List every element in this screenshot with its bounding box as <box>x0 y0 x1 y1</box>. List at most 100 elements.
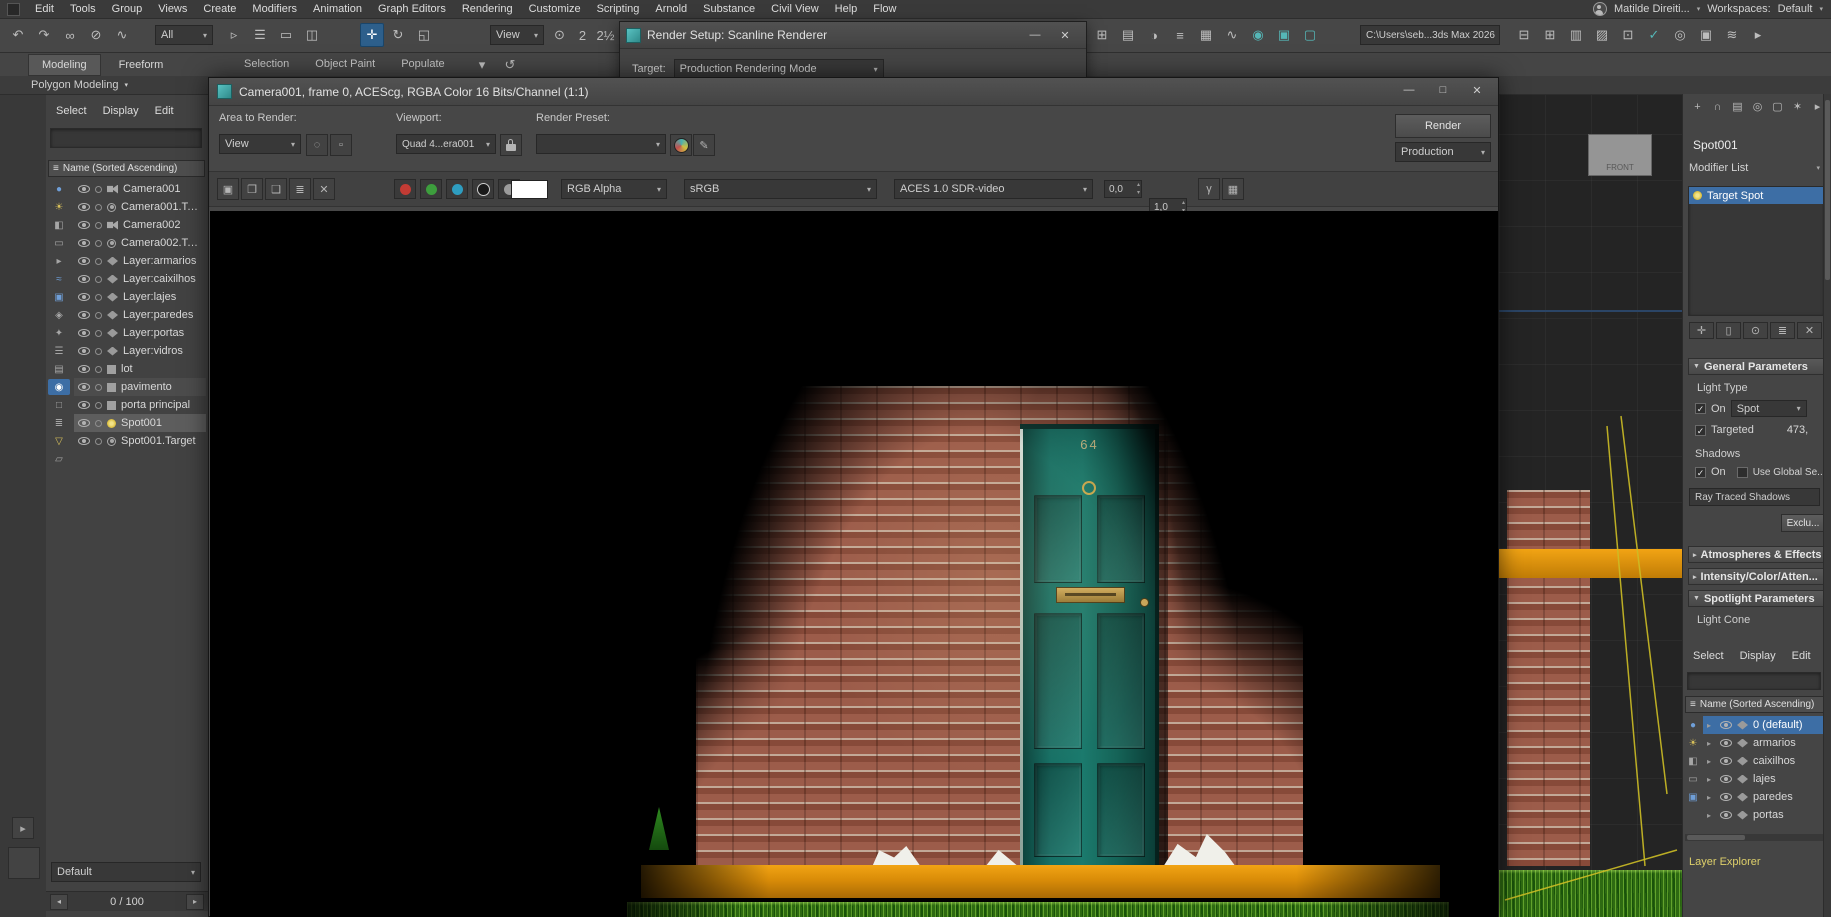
layer-name-header[interactable]: ≡ Name (Sorted Ascending) <box>1685 696 1824 713</box>
exposure-spinner[interactable]: 0,0 ▴ ▾ <box>1104 180 1142 198</box>
toolbar-overflow-icon[interactable]: ▸ <box>1746 23 1770 47</box>
menu-item[interactable]: Scripting <box>589 1 648 18</box>
container-merge-icon[interactable]: ⊡ <box>1616 23 1640 47</box>
menu-item[interactable]: Rendering <box>454 1 521 18</box>
scene-tree-row[interactable]: Layer:vidros <box>74 342 206 360</box>
scene-tree-row[interactable]: lot <box>74 360 206 378</box>
use-global-checkbox[interactable] <box>1736 466 1748 478</box>
use-center-icon[interactable]: ⊙ <box>549 23 570 47</box>
menu-item[interactable]: Edit <box>27 1 62 18</box>
scene-row-label[interactable]: Camera001.Tar... <box>121 201 204 213</box>
modifier-list-dropdown[interactable]: Modifier List ▾ <box>1689 162 1820 174</box>
undo-icon[interactable]: ↶ <box>6 23 30 47</box>
visibility-eye-icon[interactable] <box>78 419 90 427</box>
gamma-icon[interactable]: γ <box>1198 178 1220 200</box>
workspace-value[interactable]: Default <box>1778 3 1813 15</box>
general-parameters-rollout[interactable]: ▼ General Parameters <box>1688 358 1825 375</box>
window-crossing-icon[interactable]: ◫ <box>300 23 324 47</box>
container-open-icon[interactable]: ⊟ <box>1512 23 1536 47</box>
layer-tree-row[interactable]: ▸ paredes <box>1703 788 1824 806</box>
scene-row-label[interactable]: Spot001 <box>121 417 162 429</box>
color-space-dropdown[interactable]: sRGB ▾ <box>684 179 877 199</box>
user-avatar-icon[interactable] <box>1592 2 1607 16</box>
render-toggle-icon[interactable] <box>95 347 102 355</box>
clone-window-icon[interactable]: ❑ <box>265 178 287 200</box>
user-caret-icon[interactable]: ▾ <box>1697 5 1701 13</box>
spotlight-parameters-rollout[interactable]: ▼ Spotlight Parameters <box>1688 590 1825 607</box>
curve-editor-icon[interactable]: ∿ <box>1220 23 1244 47</box>
scene-tree-row[interactable]: pavimento <box>74 378 206 396</box>
display-view-dropdown[interactable]: ACES 1.0 SDR-video ▾ <box>894 179 1093 199</box>
light-on-checkbox[interactable]: ✓ <box>1695 403 1706 414</box>
visibility-eye-icon[interactable] <box>1720 757 1732 765</box>
layer-tree-row[interactable]: ▸ 0 (default) <box>1703 716 1824 734</box>
remove-modifier-icon[interactable]: ≣ <box>1770 322 1795 339</box>
ribbon-tab[interactable]: Freeform <box>105 54 178 76</box>
select-and-scale-icon[interactable]: ◱ <box>412 23 436 47</box>
scene-row-label[interactable]: Layer:vidros <box>123 345 183 357</box>
le-helpers-filter[interactable]: ▭ <box>1684 771 1702 787</box>
scene-tree-row[interactable]: Layer:caixilhos <box>74 270 206 288</box>
show-end-result-icon[interactable]: ▯ <box>1716 322 1741 339</box>
visibility-eye-icon[interactable] <box>1720 775 1732 783</box>
menu-item[interactable]: Substance <box>695 1 763 18</box>
scene-explorer-toggle-icon[interactable]: ▦ <box>1194 23 1218 47</box>
polygon-modeling-label[interactable]: Polygon Modeling <box>31 79 118 91</box>
channel-display-dropdown[interactable]: RGB Alpha ▾ <box>561 179 667 199</box>
red-channel-icon[interactable] <box>394 179 416 199</box>
container-rules-icon[interactable]: ▨ <box>1590 23 1614 47</box>
render-toggle-icon[interactable] <box>95 419 102 427</box>
scene-tree-row[interactable]: Layer:portas <box>74 324 206 342</box>
layer-row-label[interactable]: paredes <box>1753 791 1793 803</box>
layer-row-label[interactable]: portas <box>1753 809 1784 821</box>
render-toggle-icon[interactable] <box>95 365 102 373</box>
render-setup-icon[interactable]: ▣ <box>1272 23 1296 47</box>
shadow-generator-dropdown[interactable]: Ray Traced Shadows <box>1689 488 1820 506</box>
rfw-close-button[interactable]: ✕ <box>1462 81 1492 99</box>
shadows-on-checkbox[interactable]: ✓ <box>1695 466 1706 478</box>
scene-tree-row[interactable]: Layer:paredes <box>74 306 206 324</box>
display-shapes-filter[interactable]: ◈ <box>48 307 70 323</box>
frame-next-button[interactable]: ▸ <box>185 893 204 910</box>
visibility-eye-icon[interactable] <box>78 437 90 445</box>
pin-stack-icon[interactable]: ✛ <box>1689 322 1714 339</box>
layer-menu-item[interactable]: Select <box>1693 650 1724 662</box>
alpha-channel-icon[interactable] <box>472 179 494 199</box>
render-toggle-icon[interactable] <box>95 203 102 211</box>
intensity-color-attenuation-rollout[interactable]: ▸ Intensity/Color/Atten... <box>1688 568 1825 585</box>
expander-icon[interactable]: ▸ <box>1707 793 1715 802</box>
render-toggle-icon[interactable] <box>95 401 102 409</box>
motion-tab-icon[interactable]: ◎ <box>1749 98 1766 115</box>
render-toggle-icon[interactable] <box>95 239 102 247</box>
menu-item[interactable]: Graph Editors <box>370 1 454 18</box>
layer-tree-row[interactable]: ▸ caixilhos <box>1703 752 1824 770</box>
display-visibility-filter[interactable]: ◉ <box>48 379 70 395</box>
selection-set-dropdown[interactable]: Default ▾ <box>51 862 201 882</box>
le-lights-filter[interactable]: ☀ <box>1684 735 1702 751</box>
render-toggle-icon[interactable] <box>95 221 102 229</box>
area-to-render-dropdown[interactable]: View ▾ <box>219 134 301 154</box>
command-panel-scrollbar[interactable] <box>1823 94 1831 917</box>
render-check-icon[interactable]: ✓ <box>1642 23 1666 47</box>
rfw-titlebar[interactable]: Camera001, frame 0, ACEScg, RGBA Color 1… <box>209 78 1498 106</box>
menu-item[interactable]: Create <box>195 1 244 18</box>
print-image-icon[interactable]: ≣ <box>289 178 311 200</box>
viewport-strip[interactable]: FRONT <box>1499 94 1682 917</box>
ribbon-section[interactable]: Selection <box>244 58 289 70</box>
scene-row-label[interactable]: Layer:portas <box>123 327 184 339</box>
clear-image-icon[interactable]: ✕ <box>313 178 335 200</box>
render-toggle-icon[interactable] <box>95 293 102 301</box>
select-by-name-icon[interactable]: ☰ <box>248 23 272 47</box>
select-and-rotate-icon[interactable]: ↻ <box>386 23 410 47</box>
display-all-filter[interactable]: ● <box>48 181 70 197</box>
configure-modifier-sets-icon[interactable]: ✕ <box>1797 322 1822 339</box>
scene-tree-row[interactable]: Layer:lajes <box>74 288 206 306</box>
render-button[interactable]: Render <box>1395 114 1491 138</box>
named-sets-icon[interactable]: ▤ <box>1116 23 1140 47</box>
bind-to-space-warp-icon[interactable]: ∿ <box>110 23 134 47</box>
auto-region-icon[interactable]: ▫ <box>330 134 352 156</box>
visibility-eye-icon[interactable] <box>78 311 90 319</box>
exclude-button[interactable]: Exclu... <box>1781 514 1825 532</box>
select-and-link-icon[interactable]: ∞ <box>58 23 82 47</box>
hierarchy-tab-icon[interactable]: ▤ <box>1729 98 1746 115</box>
